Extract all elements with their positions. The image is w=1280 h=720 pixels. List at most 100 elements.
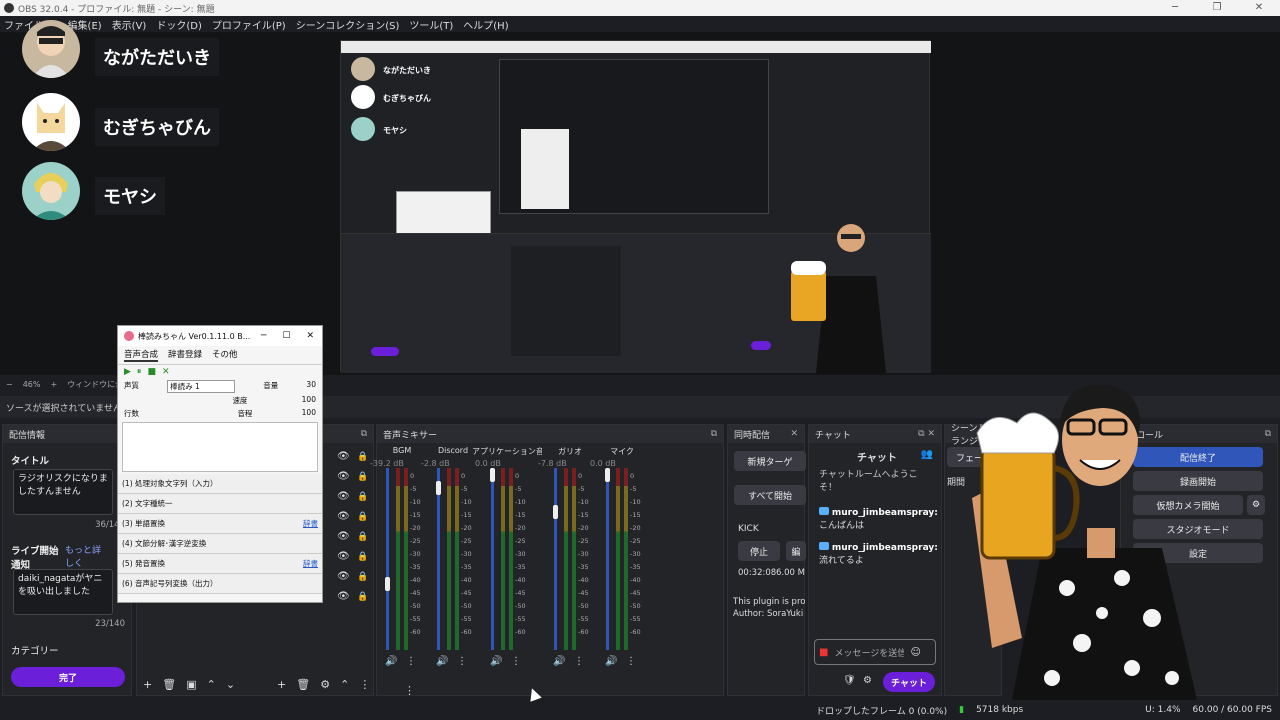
source-lock-column: 🔒 🔒 🔒 🔒 🔒 🔒 🔒 🔒 (357, 447, 368, 607)
more-icon[interactable]: ⋮ (574, 656, 584, 667)
lock-icon[interactable]: 🔒 (357, 587, 368, 607)
menu-dock[interactable]: ドック(D) (156, 17, 202, 32)
dock-float-icon[interactable]: ⧉ (711, 429, 717, 439)
eye-icon[interactable]: 👁 (337, 527, 350, 547)
db-tick: -30 (410, 550, 421, 558)
speaker-icon[interactable]: 🔊 (490, 656, 502, 667)
volume-slider-track[interactable] (491, 468, 494, 650)
tts-close-button[interactable]: ✕ (306, 331, 314, 341)
db-tick: -35 (410, 563, 421, 571)
eye-icon[interactable]: 👁 (337, 567, 350, 587)
lock-icon[interactable]: 🔒 (357, 527, 368, 547)
more-icon[interactable]: ⋮ (359, 678, 370, 691)
eye-icon[interactable]: 👁 (337, 547, 350, 567)
volume-fader[interactable] (605, 468, 610, 482)
mixer-gear-icon[interactable]: ⋮ (404, 684, 415, 697)
volume-fader[interactable] (385, 577, 390, 592)
chevron-up-icon[interactable]: ⌃ (340, 678, 349, 691)
done-button[interactable]: 完了 (11, 667, 125, 687)
volume-fader[interactable] (490, 468, 495, 482)
eye-icon[interactable]: 👁 (337, 487, 350, 507)
menu-profile[interactable]: プロファイル(P) (212, 17, 286, 32)
trash-icon[interactable]: 🗑 (162, 678, 176, 691)
users-icon[interactable]: 👥 (921, 449, 933, 460)
volume-slider-track[interactable] (386, 468, 389, 650)
volume-slider-track[interactable] (554, 468, 557, 650)
add-icon[interactable]: + (143, 678, 152, 691)
title-input[interactable]: ラジオリスクになりましたすんません (13, 469, 113, 515)
gear-icon[interactable]: ⚙ (320, 678, 330, 691)
dock-float-icon[interactable]: ⧉ (1265, 429, 1271, 439)
tts-minimize-button[interactable]: ─ (261, 331, 266, 341)
lock-icon[interactable]: 🔒 (357, 567, 368, 587)
filter-icon[interactable]: ▣ (186, 678, 196, 691)
tab-other[interactable]: その他 (212, 348, 238, 362)
play-icon[interactable]: ▶ (124, 367, 131, 377)
emoji-icon[interactable]: ☺ (910, 647, 920, 658)
zoom-in-button[interactable]: + (50, 380, 57, 389)
chevron-down-icon[interactable]: ⌄ (226, 678, 235, 691)
eye-icon[interactable]: 👁 (337, 467, 350, 487)
scene-toolbar: + 🗑 ▣ ⌃ ⌄ + 🗑 ⚙ ⌃ ⋮ (143, 678, 370, 691)
maximize-button[interactable]: ❐ (1196, 0, 1238, 16)
more-icon[interactable]: ⋮ (457, 656, 467, 667)
trash-icon[interactable]: 🗑 (296, 678, 310, 691)
menu-tools[interactable]: ツール(T) (409, 17, 453, 32)
new-target-button[interactable]: 新規ターゲ (734, 451, 806, 471)
speaker-icon[interactable]: 🔊 (605, 656, 617, 667)
chevron-up-icon[interactable]: ⌃ (207, 678, 216, 691)
chat-input[interactable]: ■ メッセージを送信 ☺ (814, 639, 936, 665)
start-all-button[interactable]: すべて開始 (734, 485, 806, 505)
menu-view[interactable]: 表示(V) (112, 17, 147, 32)
db-tick: -35 (515, 563, 526, 571)
gear-icon[interactable]: ⚙ (1247, 495, 1265, 515)
db-tick: -20 (410, 524, 421, 532)
db-tick: -35 (578, 563, 589, 571)
lock-icon[interactable]: 🔒 (357, 507, 368, 527)
lock-icon[interactable]: 🔒 (357, 467, 368, 487)
dock-close-icon[interactable]: ✕ (790, 429, 798, 439)
send-chat-button[interactable]: チャット (883, 672, 935, 692)
menu-scene-collection[interactable]: シーンコレクション(S) (296, 17, 400, 32)
volume-fader[interactable] (553, 504, 558, 519)
stop-icon[interactable]: ■ (147, 367, 156, 377)
volume-slider-track[interactable] (606, 468, 609, 650)
zoom-out-button[interactable]: − (6, 380, 13, 389)
close-button[interactable]: ✕ (1238, 0, 1280, 16)
menu-help[interactable]: ヘルプ(H) (463, 17, 508, 32)
speaker-icon[interactable]: 🔊 (553, 656, 565, 667)
minimize-button[interactable]: ─ (1154, 0, 1196, 16)
more-icon[interactable]: ⋮ (406, 656, 416, 667)
lock-icon[interactable]: 🔒 (357, 487, 368, 507)
stop-button[interactable]: 停止 (738, 541, 780, 561)
learn-more-link[interactable]: もっと詳しく (65, 543, 109, 569)
voice-select[interactable]: 棒読み 1 (167, 380, 236, 393)
more-icon[interactable]: ⋮ (511, 656, 521, 667)
volume-fader[interactable] (436, 481, 441, 496)
lock-icon[interactable]: 🔒 (357, 547, 368, 567)
speaker-icon[interactable]: 🔊 (385, 656, 397, 667)
eye-icon[interactable]: 👁 (337, 507, 350, 527)
canvas-preview[interactable]: ながただいき むぎちゃびん モヤシ (340, 40, 931, 373)
eye-icon[interactable]: 👁 (337, 587, 350, 607)
tab-dictionary[interactable]: 辞書登録 (168, 348, 202, 362)
pause-icon[interactable]: ⏸ (137, 367, 142, 377)
shield-icon[interactable]: 🛡 (843, 675, 856, 686)
db-tick: -25 (410, 537, 421, 545)
more-icon[interactable]: ⋮ (626, 656, 636, 667)
dock-close-icon[interactable]: ⧉ ✕ (918, 429, 935, 439)
gear-icon[interactable]: ⚙ (863, 675, 872, 686)
clear-icon[interactable]: ✕ (162, 367, 170, 377)
add-icon[interactable]: + (277, 678, 286, 691)
db-scale: 0 -5 -10 -15 -20 -25 -30 -35 -40 -45 -50 -55 -60 (410, 470, 421, 639)
notify-input[interactable]: daiki_nagataがヤニを吸い出しました (13, 569, 113, 615)
tts-pipeline-list: (1) 処理対象文字列（入力） (2) 文字種統一 (3) 単語置換 辞書 (4)… (118, 474, 322, 594)
avatar (22, 162, 80, 220)
tts-maximize-button[interactable]: ☐ (282, 331, 290, 341)
tts-text-area[interactable] (122, 422, 318, 472)
eye-icon[interactable]: 👁 (337, 447, 350, 467)
tab-speech[interactable]: 音声合成 (124, 348, 159, 362)
volume-slider-track[interactable] (437, 468, 440, 650)
edit-button[interactable]: 編 (786, 541, 806, 561)
speaker-icon[interactable]: 🔊 (436, 656, 448, 667)
